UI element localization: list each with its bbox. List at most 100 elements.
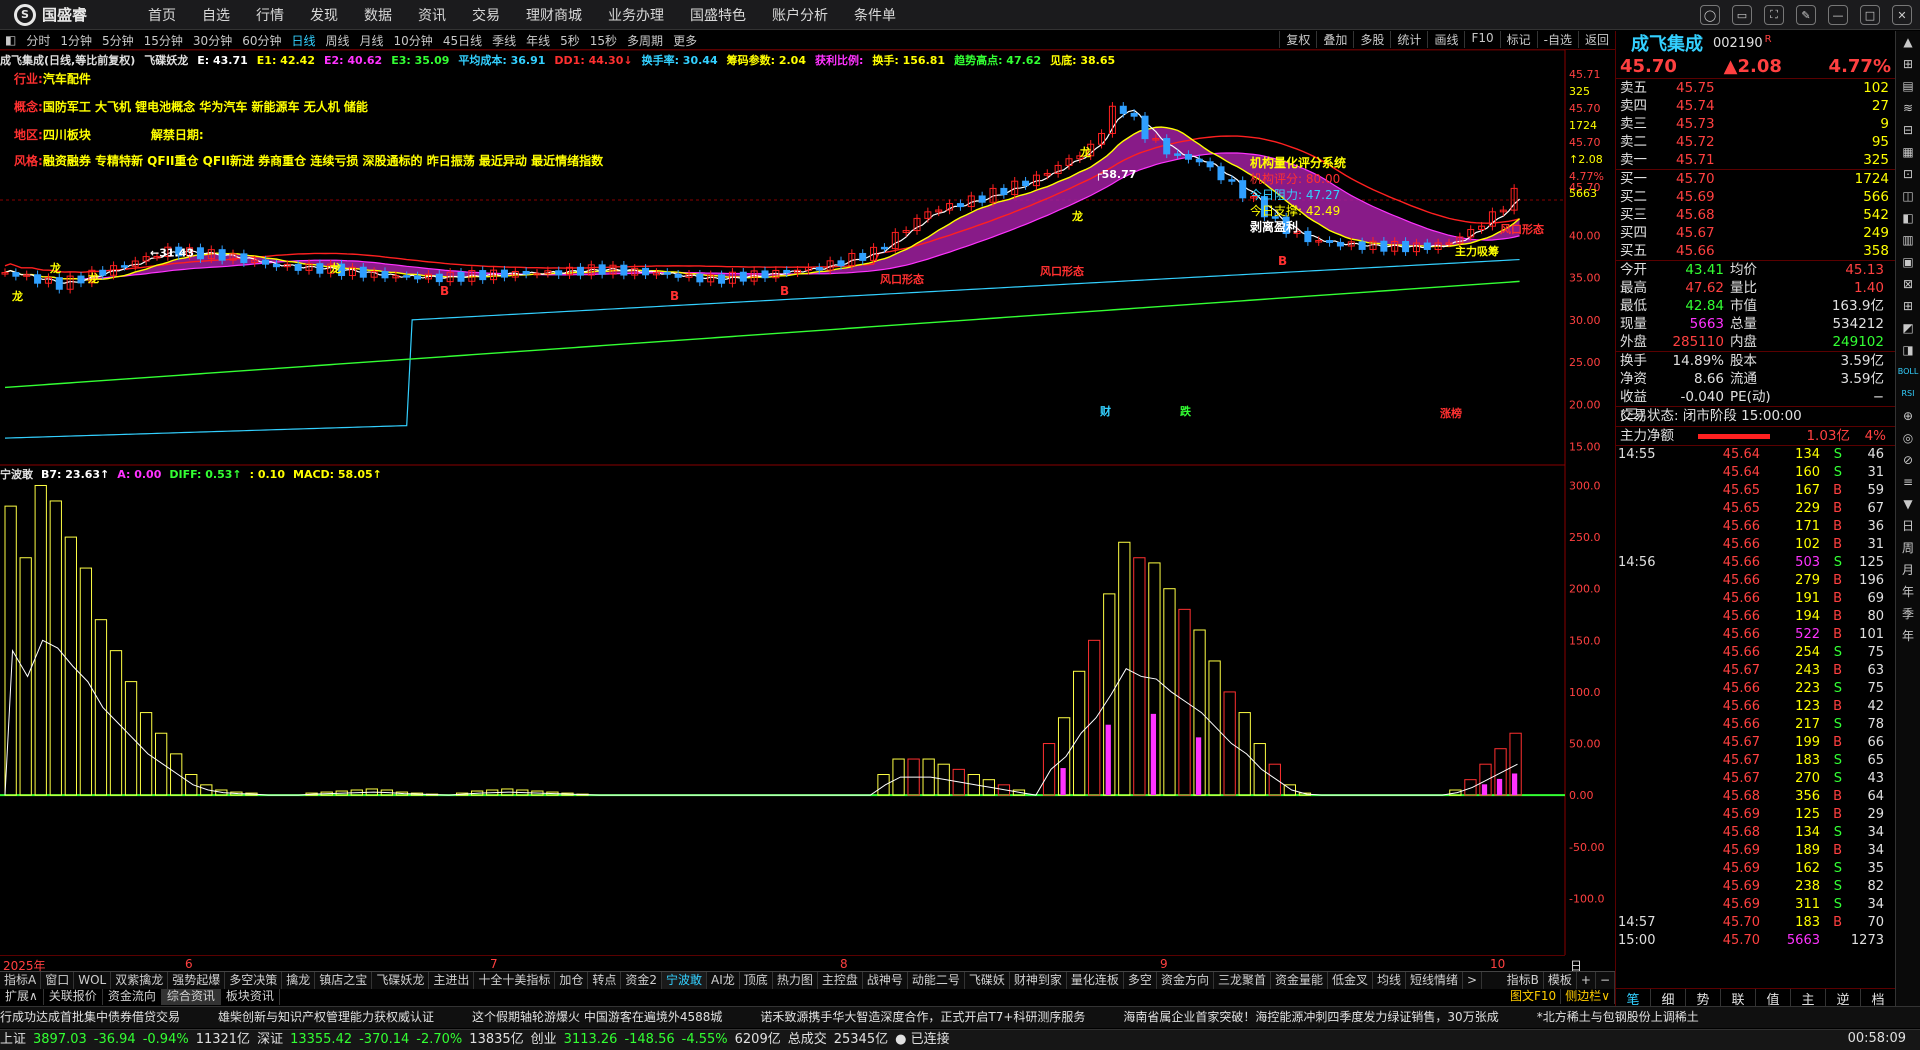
- window-control-icon-0[interactable]: ◯: [1700, 5, 1720, 25]
- menu-item-0[interactable]: 首页: [135, 5, 189, 25]
- right-tool-icon-25[interactable]: 年: [1896, 581, 1920, 603]
- chart-tool-7[interactable]: -自选: [1536, 31, 1578, 48]
- period-tab-9[interactable]: 10分钟: [389, 32, 438, 49]
- side-tab-1[interactable]: 细: [1651, 989, 1686, 1008]
- right-tool-icon-23[interactable]: 周: [1896, 537, 1920, 559]
- bid-row-2[interactable]: 买三 45.68 542: [1616, 206, 1895, 224]
- menu-item-11[interactable]: 条件单: [841, 5, 909, 25]
- ticker-item-4[interactable]: 海南省属企业首家突破！海控能源冲刺四季度发力绿证销售，30万张成: [1123, 1010, 1498, 1024]
- window-control-icon-4[interactable]: —: [1828, 5, 1848, 25]
- indicator-tab-13[interactable]: 资金2: [621, 972, 663, 989]
- indicator-tab-tail-0[interactable]: 指标B: [1503, 972, 1544, 989]
- right-tool-icon-0[interactable]: ▲: [1896, 31, 1920, 53]
- chart-tool-8[interactable]: 返回: [1577, 31, 1615, 48]
- menu-item-1[interactable]: 自选: [189, 5, 243, 25]
- bottom-tab-3[interactable]: 综合资讯: [161, 989, 221, 1005]
- indicator-tab-0[interactable]: 指标A: [0, 972, 42, 989]
- right-tool-icon-27[interactable]: 年: [1896, 625, 1920, 647]
- indicator-tab-tail-1[interactable]: 模板: [1544, 972, 1577, 989]
- window-control-icon-3[interactable]: ✎: [1796, 5, 1816, 25]
- indicator-tab-4[interactable]: 强势起爆: [168, 972, 226, 989]
- right-tool-icon-26[interactable]: 季: [1896, 603, 1920, 625]
- right-tool-icon-20[interactable]: ≡: [1896, 471, 1920, 493]
- ask-row-3[interactable]: 卖二 45.72 95: [1616, 133, 1895, 151]
- period-tab-1[interactable]: 1分钟: [55, 32, 97, 49]
- period-tab-5[interactable]: 60分钟: [237, 32, 286, 49]
- bid-row-3[interactable]: 买四 45.67 249: [1616, 224, 1895, 242]
- window-control-icon-1[interactable]: ▭: [1732, 5, 1752, 25]
- right-tool-icon-8[interactable]: ◧: [1896, 207, 1920, 229]
- right-tool-icon-1[interactable]: ⊞: [1896, 53, 1920, 75]
- indicator-tab-17[interactable]: 热力图: [773, 972, 818, 989]
- indicator-tab-28[interactable]: 低金叉: [1328, 972, 1373, 989]
- ask-row-4[interactable]: 卖一 45.71 325: [1616, 151, 1895, 169]
- period-tab-14[interactable]: 15秒: [585, 32, 622, 49]
- indicator-tab-27[interactable]: 资金量能: [1271, 972, 1328, 989]
- side-tab-0[interactable]: 笔: [1616, 989, 1651, 1008]
- indicator-tab-tail-3[interactable]: −: [1596, 972, 1615, 989]
- right-tool-icon-4[interactable]: ⊟: [1896, 119, 1920, 141]
- indicator-tab-22[interactable]: 财神到家: [1010, 972, 1067, 989]
- chart-tool-6[interactable]: 标记: [1499, 31, 1537, 48]
- bid-row-1[interactable]: 买二 45.69 566: [1616, 188, 1895, 206]
- bottom-tab-0[interactable]: 扩展∧: [0, 989, 44, 1005]
- period-tab-8[interactable]: 月线: [355, 32, 389, 49]
- indicator-tab-6[interactable]: 擒龙: [282, 972, 316, 989]
- indicator-tab-18[interactable]: 主控盘: [818, 972, 863, 989]
- kline-chart[interactable]: ←31.43┌58.77风口形态风口形态风口形态主力吸筹财跌涨榜龙龙龙龙龙龙B B…: [0, 50, 1615, 955]
- period-tab-7[interactable]: 周线: [321, 32, 355, 49]
- right-tool-icon-7[interactable]: ◫: [1896, 185, 1920, 207]
- side-tab-7[interactable]: 档: [1861, 989, 1896, 1008]
- ticker-item-2[interactable]: 这个假期轴轮游爆火 中国游客在遍境外4588城: [472, 1010, 722, 1024]
- chart-tool-5[interactable]: F10: [1464, 31, 1499, 48]
- period-tab-3[interactable]: 15分钟: [139, 32, 188, 49]
- right-tool-icon-12[interactable]: ⊞: [1896, 295, 1920, 317]
- indicator-tab-24[interactable]: 多空: [1124, 972, 1157, 989]
- indicator-tab-1[interactable]: 窗口: [41, 972, 75, 989]
- app-logo[interactable]: S 国盛睿: [0, 3, 135, 26]
- right-tool-icon-21[interactable]: ▼: [1896, 493, 1920, 515]
- right-tool-icon-3[interactable]: ≋: [1896, 97, 1920, 119]
- chart-tool-2[interactable]: 多股: [1353, 31, 1390, 48]
- indicator-tab-5[interactable]: 多空决策: [225, 972, 283, 989]
- layout-icon[interactable]: ◧: [0, 33, 21, 47]
- bottom-tab-4[interactable]: 板块资讯: [221, 989, 280, 1005]
- ask-row-2[interactable]: 卖三 45.73 9: [1616, 115, 1895, 133]
- indicator-tab-29[interactable]: 均线: [1373, 972, 1407, 989]
- right-tool-icon-19[interactable]: ⊘: [1896, 449, 1920, 471]
- indicator-tab-9[interactable]: 主进出: [429, 972, 475, 989]
- indicator-tab-30[interactable]: 短线情绪: [1406, 972, 1464, 989]
- window-control-icon-2[interactable]: ⛶: [1764, 5, 1784, 25]
- indicator-tab-2[interactable]: WOL: [74, 972, 112, 989]
- indicator-tab-11[interactable]: 加仓: [555, 972, 589, 989]
- right-tool-icon-10[interactable]: ▣: [1896, 251, 1920, 273]
- indicator-tab-7[interactable]: 镇店之宝: [315, 972, 373, 989]
- menu-item-3[interactable]: 发现: [297, 5, 351, 25]
- period-tab-12[interactable]: 年线: [521, 32, 555, 49]
- indicator-tab-16[interactable]: 顶底: [740, 972, 773, 989]
- news-ticker[interactable]: 行成功达成首批集中债券借贷交易 雄柴创新与知识产权管理能力获权威认证 这个假期轴轮游…: [0, 1006, 1920, 1028]
- chart-tool-0[interactable]: 复权: [1279, 31, 1316, 48]
- ticker-item-5[interactable]: *北方稀土与包钢股份上调稀土: [1537, 1010, 1699, 1024]
- indicator-tab-19[interactable]: 战神号: [863, 972, 908, 989]
- window-control-icon-6[interactable]: ✕: [1892, 5, 1912, 25]
- bid-row-0[interactable]: 买一 45.70 1724: [1616, 170, 1895, 188]
- indicator-tab-10[interactable]: 十全十美指标: [474, 972, 556, 989]
- indicator-tab-26[interactable]: 三龙聚首: [1214, 972, 1271, 989]
- menu-item-2[interactable]: 行情: [243, 5, 297, 25]
- menu-item-9[interactable]: 国盛特色: [677, 5, 759, 25]
- bottom-tab-2[interactable]: 资金流向: [103, 989, 162, 1005]
- side-tab-4[interactable]: 值: [1756, 989, 1791, 1008]
- menu-item-10[interactable]: 账户分析: [759, 5, 841, 25]
- ticker-item-3[interactable]: 诺禾致源携手华大智造深度合作，正式开启T7+科研测序服务: [760, 1010, 1085, 1024]
- ask-row-1[interactable]: 卖四 45.74 27: [1616, 97, 1895, 115]
- right-tool-icon-14[interactable]: ◨: [1896, 339, 1920, 361]
- period-tab-6[interactable]: 日线: [286, 32, 320, 49]
- indicator-tab-8[interactable]: 飞碟妖龙: [372, 972, 430, 989]
- bid-row-4[interactable]: 买五 45.66 358: [1616, 242, 1895, 260]
- side-tab-2[interactable]: 势: [1686, 989, 1721, 1008]
- right-tool-icon-15[interactable]: BOLL: [1896, 361, 1920, 383]
- indicator-tab-23[interactable]: 量化连板: [1067, 972, 1124, 989]
- f10-link-1[interactable]: 侧边栏∨: [1561, 989, 1615, 1004]
- period-tab-15[interactable]: 多周期: [622, 32, 668, 49]
